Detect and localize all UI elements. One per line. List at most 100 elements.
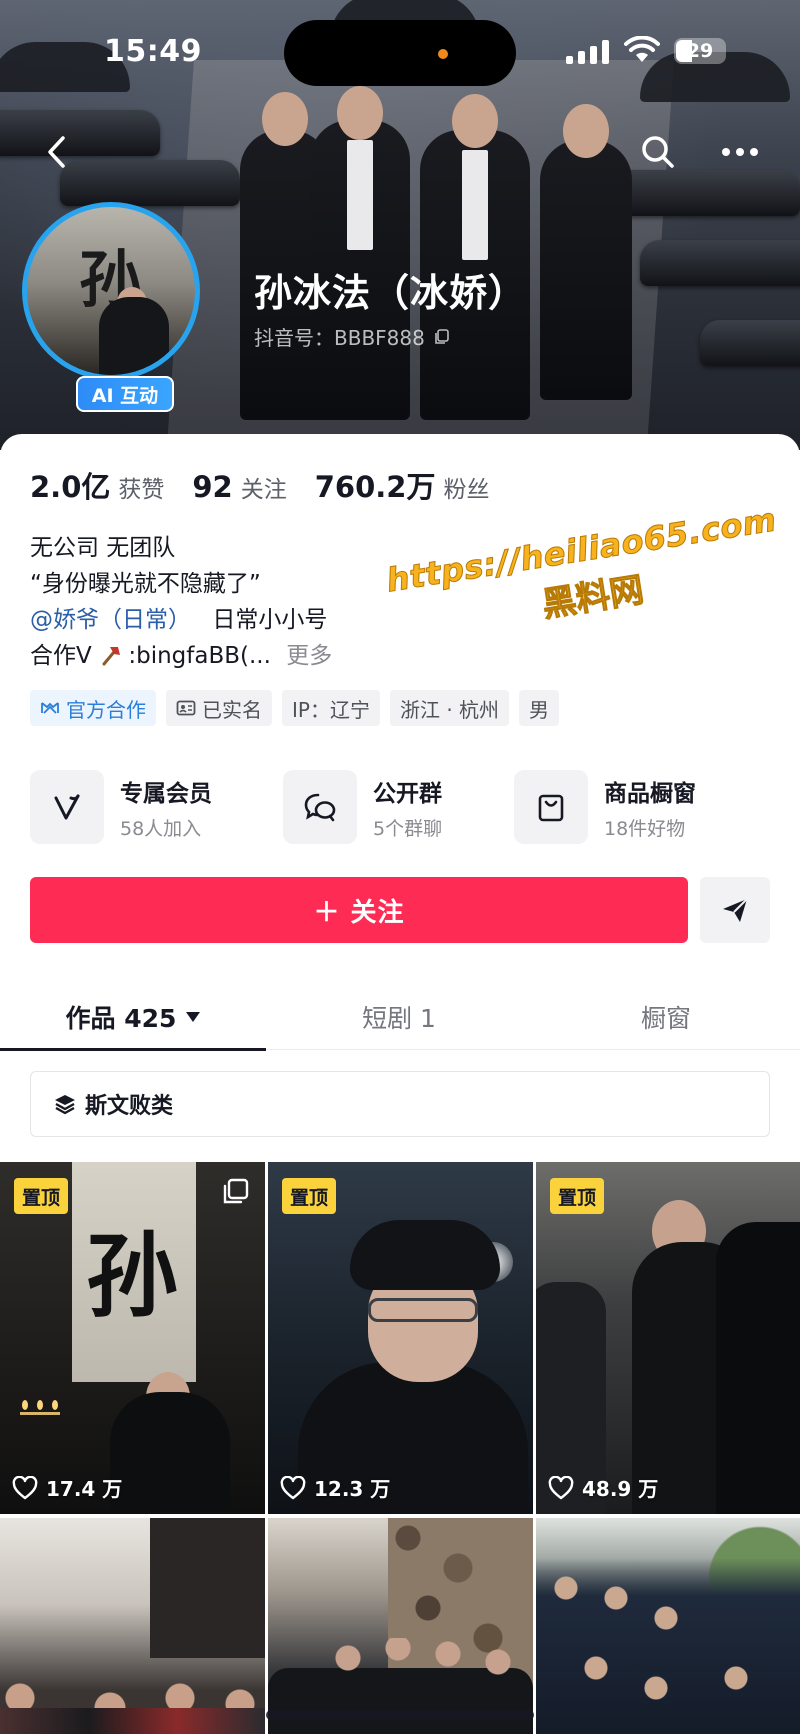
status-bar: 15:49 29 <box>0 0 800 110</box>
video-thumbnail[interactable] <box>0 1518 265 1734</box>
cover-car <box>640 240 800 286</box>
stat-following[interactable]: 92 关注 <box>192 470 286 504</box>
bio-line: “身份曝光就不隐藏了” <box>30 571 261 597</box>
collection-chip[interactable]: 斯文败类 <box>30 1071 770 1137</box>
video-thumbnail[interactable]: 置顶 48.9 万 <box>536 1162 800 1514</box>
more-dots-icon[interactable] <box>718 132 762 172</box>
profile-tags: 官方合作 已实名 IP：辽宁 浙江 · 杭州 男 <box>30 690 560 726</box>
tag-gender: 男 <box>519 690 560 726</box>
privacy-indicator-dot <box>438 49 448 59</box>
stat-value: 2.0亿 <box>30 470 111 504</box>
shop-bag-icon <box>538 794 564 822</box>
profile-name: 孙冰法（冰娇） <box>254 271 528 315</box>
id-card-icon <box>176 700 196 716</box>
likes-count: 12.3 万 <box>314 1477 391 1501</box>
group-chat-icon <box>304 793 336 822</box>
dynamic-island <box>284 20 516 86</box>
avatar-image: 孙 <box>27 207 195 375</box>
bio-line: @娇爷（日常） 日常小小号 <box>30 602 332 638</box>
avatar[interactable]: 孙 <box>22 202 200 380</box>
video-thumbnail[interactable] <box>536 1518 800 1734</box>
thumb-figure <box>110 1392 230 1512</box>
home-indicator[interactable] <box>266 1710 534 1720</box>
vip-v-icon <box>54 794 80 820</box>
profile-card: 2.0亿 获赞 92 关注 760.2万 粉丝 无公司 无团队 “身份曝光就不隐… <box>0 434 800 1734</box>
tab-short-drama[interactable]: 短剧 1 <box>266 984 532 1050</box>
bio-text: :bingfaBB(... <box>128 643 271 669</box>
handshake-icon <box>41 702 59 714</box>
content-tabs: 作品 425 短剧 1 橱窗 <box>0 984 800 1051</box>
douyin-id-text: 抖音号：BBBF888 <box>254 326 425 350</box>
bio-text: 合作Ⅴ <box>30 643 92 669</box>
profile-stats: 2.0亿 获赞 92 关注 760.2万 粉丝 <box>30 464 517 506</box>
service-subtitle: 18件好物 <box>604 817 686 840</box>
cover-person <box>540 140 632 400</box>
paper-plane-icon <box>723 898 748 922</box>
active-tab-indicator <box>0 1048 266 1051</box>
service-vip-membership[interactable]: 专属会员 58人加入 <box>30 766 212 848</box>
tag-label: IP：辽宁 <box>292 697 370 722</box>
bio-line: 无公司 无团队 <box>30 535 176 561</box>
tag-location: 浙江 · 杭州 <box>389 690 510 726</box>
ai-interact-badge[interactable]: AI 互动 <box>76 376 174 412</box>
video-likes: 12.3 万 <box>280 1473 390 1502</box>
profile-bio[interactable]: 无公司 无团队 “身份曝光就不隐藏了” @娇爷（日常） 日常小小号 合作Ⅴ :b… <box>30 530 332 674</box>
video-thumbnail[interactable]: 置顶 12.3 万 <box>268 1162 533 1514</box>
search-icon[interactable] <box>638 132 678 172</box>
thumb-hair <box>350 1220 500 1290</box>
thumb-candle-flame <box>22 1400 28 1410</box>
tag-label: 已实名 <box>202 697 262 722</box>
likes-count: 17.4 万 <box>46 1477 123 1501</box>
bio-text: 日常小小号 <box>212 607 328 633</box>
battery-icon: 29 <box>674 38 726 64</box>
tab-label: 作品 425 <box>65 1004 177 1033</box>
thumb-calligraphy: 孙 <box>86 1222 179 1330</box>
thumb-curtain <box>150 1518 265 1658</box>
stat-value: 92 <box>192 470 233 504</box>
service-public-group[interactable]: 公开群 5个群聊 <box>283 766 442 848</box>
share-button[interactable] <box>700 877 770 943</box>
douyin-id[interactable]: 抖音号：BBBF888 <box>254 322 451 351</box>
thumb-figure <box>716 1222 800 1514</box>
bio-mention-link[interactable]: @娇爷（日常） <box>30 607 191 633</box>
stat-followers[interactable]: 760.2万 粉丝 <box>315 464 490 506</box>
thumb-officers <box>536 1558 800 1734</box>
cover-car <box>0 110 160 156</box>
service-subtitle: 58人加入 <box>120 817 202 840</box>
service-shop-window[interactable]: 商品橱窗 18件好物 <box>514 766 696 848</box>
layers-icon <box>55 1095 75 1115</box>
tag-ip: IP：辽宁 <box>282 690 380 726</box>
tag-label: 男 <box>529 697 550 722</box>
watermark-overlay: https://heiliao65.com 黑料网 <box>383 499 796 670</box>
thumb-candle-flame <box>37 1400 43 1410</box>
thumb-calligraphy-scroll: 孙 <box>72 1162 196 1382</box>
follow-button[interactable]: ＋ 关注 <box>30 877 688 943</box>
bio-more-link[interactable]: 更多 <box>286 643 332 669</box>
tab-works[interactable]: 作品 425 <box>0 984 266 1050</box>
copy-icon[interactable] <box>433 328 451 346</box>
thumb-candle-flame <box>52 1400 58 1410</box>
tag-verified-id[interactable]: 已实名 <box>166 690 272 726</box>
thumb-glasses <box>368 1298 478 1322</box>
heart-icon <box>12 1475 38 1499</box>
cover-car <box>60 160 240 206</box>
stat-likes[interactable]: 2.0亿 获赞 <box>30 464 164 506</box>
pinned-badge: 置顶 <box>282 1178 337 1214</box>
heart-icon <box>280 1475 306 1499</box>
service-subtitle: 5个群聊 <box>373 817 443 840</box>
battery-level: 29 <box>686 40 714 62</box>
video-thumbnail[interactable]: 孙 置顶 17.4 万 <box>0 1162 265 1514</box>
cover-shirt <box>347 140 373 250</box>
back-arrow-icon[interactable] <box>38 132 78 172</box>
cover-face <box>563 104 609 158</box>
axe-emoji-icon <box>102 647 121 666</box>
tab-showcase[interactable]: 橱窗 <box>532 984 800 1050</box>
service-title: 商品橱窗 <box>604 780 696 807</box>
bio-line: 合作Ⅴ :bingfaBB(... 更多 <box>30 638 332 674</box>
video-thumbnail[interactable] <box>268 1518 533 1734</box>
service-title: 专属会员 <box>120 780 212 807</box>
wifi-icon <box>624 36 660 62</box>
cover-car <box>700 320 800 366</box>
tag-official-cooperation[interactable]: 官方合作 <box>30 690 156 726</box>
dropdown-caret-icon[interactable] <box>186 1012 201 1022</box>
